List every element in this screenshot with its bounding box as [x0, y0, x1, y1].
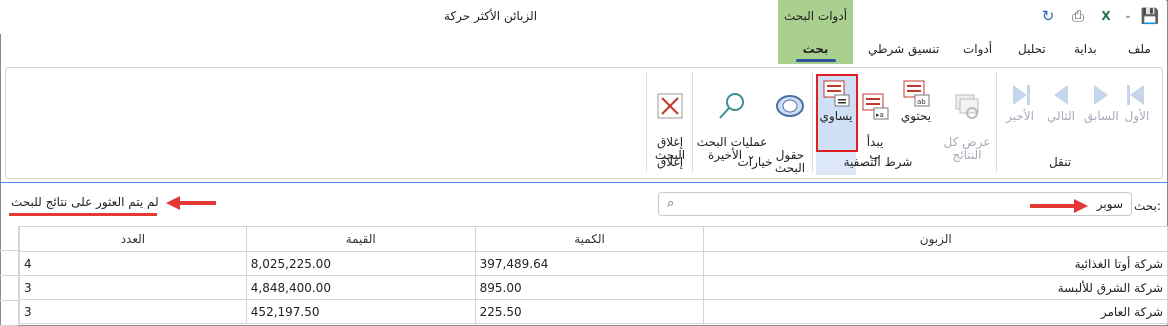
last-icon [1013, 85, 1030, 105]
cell-value: 8,025,225.00 [245, 251, 476, 276]
table-row[interactable]: شركة العامر 225.50 452,197.50 3 [19, 299, 1168, 324]
chevron-down-icon[interactable]: ⌄ [1118, 6, 1138, 26]
search-value: سوبر [1096, 197, 1123, 211]
arrow-annotation-left [166, 196, 216, 210]
search-label: بحث: [1134, 199, 1161, 213]
search-fields-icon [776, 95, 804, 117]
col-count[interactable]: العدد [19, 226, 247, 252]
next-button[interactable]: التالي [1044, 82, 1078, 123]
group-divider [692, 72, 693, 172]
show-all-results-button[interactable]: عرض كل النتائج [940, 78, 994, 162]
recent-searches-button[interactable]: عمليات البحث الأخيرة ⌄ [696, 78, 768, 162]
table-row[interactable]: شركة الشرق للألبسة 895.00 4,848,400.00 3 [19, 275, 1168, 300]
close-search-button[interactable]: إغلاق البحث [650, 78, 690, 162]
svg-text:▸a: ▸a [876, 111, 884, 119]
table-row[interactable]: شركة أوتا الغذائية 397,489.64 8,025,225.… [19, 251, 1168, 276]
no-results-message: لم يتم العثور على نتائج للبحث [11, 195, 159, 209]
close-group-label: إغلاق [656, 155, 684, 169]
save-icon[interactable]: 💾 [1140, 6, 1160, 26]
cell-customer: شركة الشرق للألبسة [703, 275, 1168, 300]
options-group-label: خيارات [737, 155, 773, 169]
svg-text:ab: ab [917, 98, 926, 106]
group-divider [646, 72, 647, 172]
search-tools-context-tab[interactable]: أدوات البحث بحث [778, 0, 853, 64]
search-panel-border [0, 182, 1168, 183]
tab-search[interactable]: بحث [778, 42, 853, 56]
equals-icon [823, 80, 850, 107]
row-header-column [0, 226, 19, 326]
group-divider [812, 72, 813, 172]
window-title: الزبائن الأكثر حركة [444, 9, 538, 23]
cell-quantity: 895.00 [474, 275, 705, 300]
search-icon: ⌕ [667, 196, 675, 211]
header-row: الزبون الكمية القيمة العدد [19, 226, 1168, 252]
magnifier-icon [719, 93, 744, 119]
nav-group-label: تنقل [1048, 155, 1072, 169]
contains-button[interactable]: ab يحتوي [896, 78, 936, 123]
quick-access-toolbar: ↻ ⎙ X ⌄ 💾 [1030, 6, 1165, 28]
next-label: التالي [1047, 109, 1075, 123]
tab-conditional-format[interactable]: تنسيق شرطي [868, 42, 939, 56]
first-label: الأول [1124, 109, 1150, 123]
contains-label: يحتوي [900, 109, 932, 123]
last-button[interactable]: الأخير [1002, 82, 1038, 123]
show-all-icon [955, 94, 979, 119]
col-value[interactable]: القيمة [245, 226, 476, 252]
tab-home[interactable]: بداية [1074, 42, 1097, 56]
title-bar: الزبائن الأكثر حركة [0, 0, 1166, 34]
arrow-annotation-right [1030, 199, 1088, 213]
starts-with-button[interactable]: ▸a يبدأ ب [858, 78, 892, 162]
cell-quantity: 397,489.64 [474, 251, 705, 276]
no-results-underline [9, 213, 157, 216]
context-group-label: أدوات البحث [783, 9, 848, 23]
excel-export-icon[interactable]: X [1096, 6, 1116, 26]
first-icon [1127, 85, 1144, 105]
close-icon [657, 93, 683, 119]
cell-value: 4,848,400.00 [245, 275, 476, 300]
refresh-icon[interactable]: ↻ [1038, 6, 1058, 26]
tab-tools[interactable]: أدوات [963, 42, 992, 56]
contains-icon: ab [903, 80, 930, 107]
group-divider [996, 72, 997, 172]
starts-with-icon: ▸a [862, 93, 889, 120]
cell-count: 3 [19, 275, 247, 300]
first-button[interactable]: الأول [1120, 82, 1154, 123]
active-tab-underline [796, 59, 836, 62]
col-quantity[interactable]: الكمية [474, 226, 705, 252]
cell-customer: شركة أوتا الغذائية [703, 251, 1168, 276]
filter-group-label: شرط التصفية [843, 155, 913, 169]
cell-count: 4 [19, 251, 247, 276]
show-all-label: عرض كل النتائج [943, 135, 991, 162]
col-customer[interactable]: الزبون [703, 226, 1168, 252]
equals-label: يساوي [819, 109, 853, 123]
cell-value: 452,197.50 [245, 299, 476, 324]
print-icon[interactable]: ⎙ [1068, 6, 1088, 26]
next-icon [1054, 85, 1068, 105]
prev-icon [1094, 85, 1108, 105]
prev-label: السابق [1084, 109, 1119, 123]
equals-button[interactable]: يساوي [818, 78, 854, 123]
tab-analysis[interactable]: تحليل [1018, 42, 1046, 56]
prev-button[interactable]: السابق [1084, 82, 1119, 123]
data-grid: الزبون الكمية القيمة العدد شركة أوتا الغ… [19, 226, 1168, 324]
cell-quantity: 225.50 [474, 299, 705, 324]
last-label: الأخير [1006, 109, 1034, 123]
tab-file[interactable]: ملف [1128, 42, 1151, 56]
cell-customer: شركة العامر [703, 299, 1168, 324]
cell-count: 3 [19, 299, 247, 324]
